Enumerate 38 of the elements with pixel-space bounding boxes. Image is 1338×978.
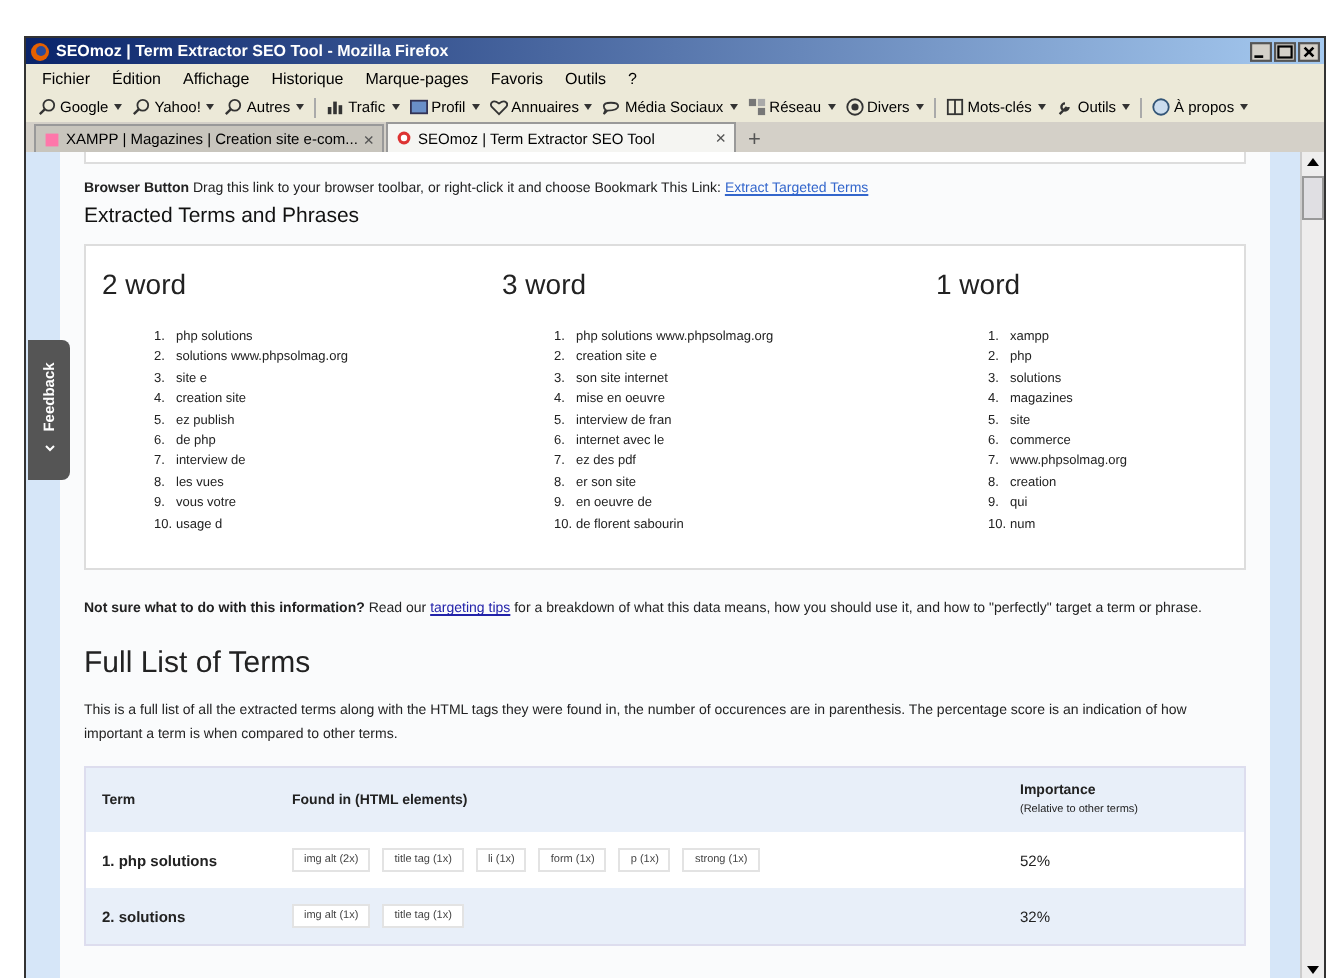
id-card-icon: [409, 98, 428, 116]
scroll-thumb[interactable]: [1302, 176, 1324, 220]
menu-item[interactable]: Fichier: [42, 69, 91, 87]
column-title: 3 word: [502, 268, 589, 300]
network-icon: [747, 98, 766, 116]
close-icon[interactable]: [1298, 41, 1320, 61]
new-tab-button[interactable]: +: [738, 128, 771, 152]
wrench-icon: [1055, 98, 1074, 116]
info-icon: [1152, 98, 1171, 116]
search-icon: [38, 98, 56, 116]
tab-close-button[interactable]: ×: [363, 129, 374, 149]
heart-icon: [489, 98, 508, 116]
target-icon: [845, 98, 864, 116]
search-icon: [224, 98, 243, 116]
favicon-icon: [44, 131, 60, 147]
menu-item[interactable]: Historique: [271, 69, 344, 87]
scrollbar[interactable]: [1300, 152, 1324, 978]
column-title: 2 word: [102, 268, 189, 300]
maximize-icon[interactable]: [1274, 41, 1296, 61]
section-heading: Full List of Terms: [84, 646, 313, 680]
menu-item[interactable]: Outils: [565, 69, 606, 87]
section-heading: Extracted Terms and Phrases: [84, 204, 362, 228]
search-icon: [132, 98, 151, 116]
menu-item[interactable]: Affichage: [182, 69, 250, 87]
favicon-icon: [396, 130, 412, 146]
column-title: 1 word: [936, 268, 1023, 300]
firefox-logo-icon: [30, 41, 50, 61]
menu-item[interactable]: Édition: [112, 69, 161, 87]
menu-item[interactable]: ?: [628, 69, 637, 87]
menu-item[interactable]: Marque-pages: [365, 69, 469, 87]
tab-close-button[interactable]: ×: [715, 128, 726, 148]
bar-chart-icon: [326, 98, 345, 116]
minimize-icon[interactable]: [1250, 41, 1272, 61]
speech-bubble-icon: [602, 98, 621, 116]
scroll-down-icon[interactable]: [1302, 960, 1324, 978]
book-icon: [945, 98, 964, 116]
menu-item[interactable]: Favoris: [490, 69, 544, 87]
window-title: SEOmoz | Term Extractor SEO Tool - Mozilla Firefox: [56, 42, 451, 60]
